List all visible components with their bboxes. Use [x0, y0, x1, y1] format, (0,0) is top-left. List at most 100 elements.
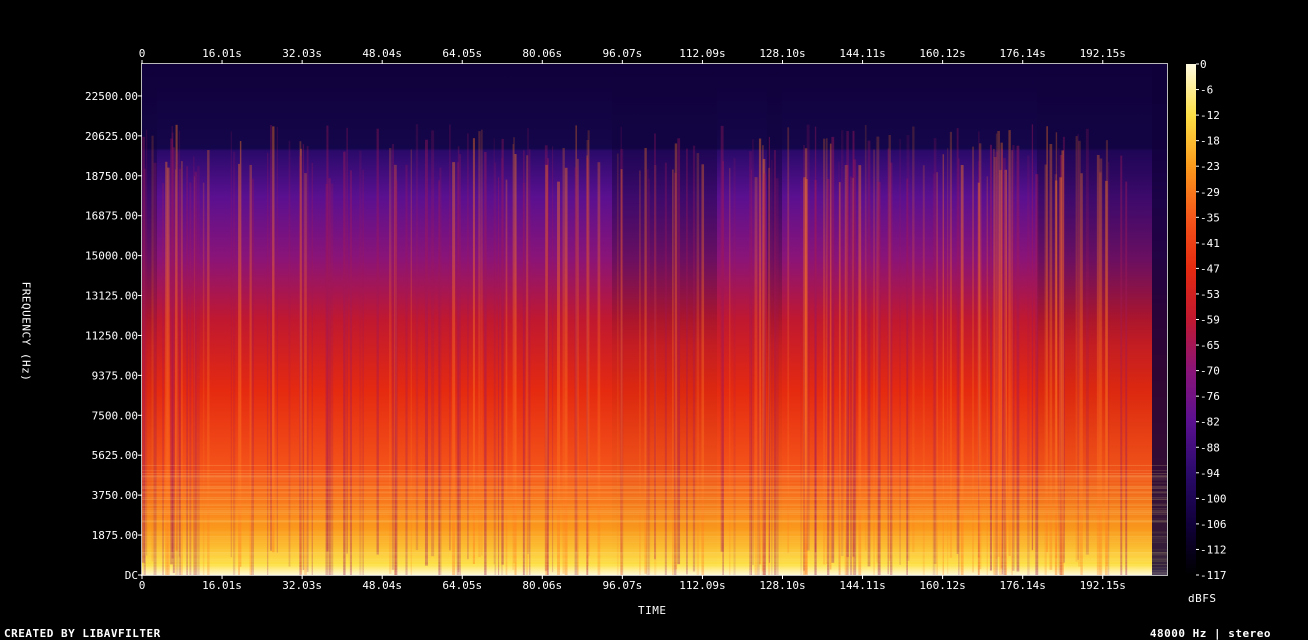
transient-streak	[877, 181, 881, 575]
transient-streak	[299, 155, 302, 575]
x-tick-label-top: 176.14s	[1000, 47, 1046, 60]
colorbar-tick-label: -88	[1200, 441, 1220, 454]
x-tick-label-top: 96.07s	[602, 47, 642, 60]
y-tick-label: 18750.00	[85, 170, 138, 183]
x-tick-label-top: 16.01s	[202, 47, 242, 60]
transient-streak	[346, 127, 348, 554]
colorbar-tick-label: -106	[1200, 518, 1227, 531]
transient-streak	[143, 168, 146, 575]
x-tick-label-top: 64.05s	[442, 47, 482, 60]
colorbar-label: dBFS	[1188, 592, 1217, 605]
transient-streak	[493, 138, 495, 565]
x-axis-top: 0 16.01s 32.03s 48.04s 64.05s 80.06s 96.07s 112…	[139, 47, 1126, 64]
colorbar-tick-label: -112	[1200, 543, 1227, 556]
transient-streak	[172, 147, 175, 574]
harmonic-line	[142, 508, 1167, 510]
colorbar-tick-label: -12	[1200, 109, 1220, 122]
transient-streak	[942, 154, 944, 575]
y-tick-label: DC	[125, 569, 138, 582]
y-tick-label: 5625.00	[92, 449, 138, 462]
x-tick-label-bottom: 64.05s	[442, 579, 482, 592]
transient-streak	[754, 177, 758, 575]
harmonic-line	[142, 553, 1167, 555]
transient-streak	[564, 167, 568, 575]
transient-streak	[276, 126, 278, 553]
transient-streak	[620, 169, 623, 575]
harmonic-line	[142, 495, 1167, 497]
x-tick-label-bottom: 48.04s	[362, 579, 402, 592]
transient-streak	[1085, 128, 1089, 555]
transient-streak	[733, 158, 736, 575]
colorbar-tick-label: -117	[1200, 569, 1227, 582]
x-tick-label-bottom: 16.01s	[202, 579, 242, 592]
harmonic-line	[142, 571, 1167, 573]
harmonic-line	[142, 475, 1167, 477]
transient-streak	[752, 139, 754, 566]
transient-streak	[838, 182, 841, 575]
transient-streak	[1104, 180, 1108, 575]
transient-streak	[376, 128, 379, 555]
y-axis-label: FREQUENCY (Hz)	[19, 281, 33, 382]
transient-streak	[1120, 155, 1123, 575]
harmonic-line	[142, 560, 1167, 562]
transient-streak	[167, 167, 170, 575]
x-tick-label-bottom: 96.07s	[602, 579, 642, 592]
transient-streak	[1125, 181, 1128, 575]
transient-streak	[311, 162, 313, 575]
harmonic-line	[142, 497, 1167, 499]
y-axis: DC 1875.00 3750.00 5625.00 7500.00 9375.00 112…	[85, 90, 142, 582]
harmonic-line	[142, 472, 1167, 474]
x-tick-label-bottom: 32.03s	[282, 579, 322, 592]
transient-streak	[858, 165, 862, 575]
x-tick-label-top: 144.11s	[839, 47, 885, 60]
transient-streak	[889, 162, 893, 575]
transient-streak	[1003, 157, 1006, 575]
harmonic-line	[142, 552, 1167, 554]
transient-streak	[239, 141, 242, 567]
spectrogram-figure: 0 16.01s 32.03s 48.04s 64.05s 80.06s 96.07s 112…	[0, 0, 1308, 640]
transient-streak	[165, 161, 168, 575]
y-tick-label: 22500.00	[85, 90, 138, 103]
transient-streak	[424, 139, 428, 566]
transient-streak	[186, 166, 188, 575]
colorbar-axis: 0 -6 -12 -18 -23 -29 -35 -41 -47 -53 -59 -65 -70 -76 -…	[1196, 58, 1227, 582]
y-tick-label: 3750.00	[92, 489, 138, 502]
harmonic-line	[142, 537, 1167, 539]
transient-streak	[497, 177, 500, 575]
transient-streak	[646, 169, 649, 575]
x-tick-label-top: 112.09s	[679, 47, 725, 60]
transient-streak	[762, 145, 764, 572]
transient-streak	[823, 138, 826, 565]
transient-streak	[949, 131, 953, 558]
transient-streak	[701, 164, 705, 575]
colorbar-tick-label: -23	[1200, 160, 1220, 173]
harmonic-line	[142, 474, 1167, 476]
transient-streak	[922, 165, 925, 575]
x-tick-label-bottom: 192.15s	[1080, 579, 1126, 592]
colorbar-tick-label: -76	[1200, 390, 1220, 403]
transient-streak	[664, 162, 667, 575]
transient-streak	[867, 140, 871, 567]
x-tick-label-bottom: 80.06s	[522, 579, 562, 592]
x-tick-label-top: 48.04s	[362, 47, 402, 60]
harmonic-line	[142, 573, 1167, 575]
y-tick-label: 13125.00	[85, 290, 138, 303]
transient-streak	[672, 169, 674, 575]
harmonic-line	[142, 491, 1167, 493]
transient-streak	[251, 178, 254, 575]
transient-streak	[787, 127, 790, 554]
x-tick-label-bottom: 112.09s	[679, 579, 725, 592]
harmonic-line	[142, 482, 1167, 484]
x-tick-label-top: 160.12s	[919, 47, 965, 60]
y-tick-label: 20625.00	[85, 130, 138, 143]
transient-streak	[180, 161, 183, 575]
harmonic-line	[142, 531, 1167, 533]
harmonic-line	[142, 503, 1167, 505]
transient-streak	[557, 181, 560, 575]
transient-streak	[1012, 145, 1015, 571]
harmonic-line	[142, 559, 1167, 561]
y-tick-label: 15000.00	[85, 250, 138, 263]
colorbar-tick-label: -59	[1200, 314, 1220, 327]
footer-format-info: 48000 Hz | stereo	[1149, 627, 1271, 640]
transient-streak	[501, 157, 504, 575]
